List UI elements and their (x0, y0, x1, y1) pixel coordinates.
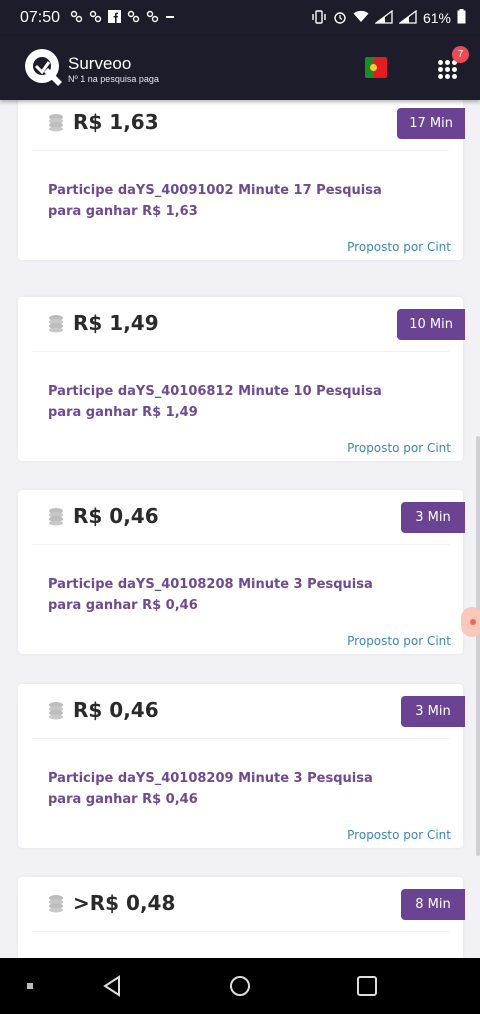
survey-provider: Proposto por Cint (347, 828, 451, 842)
coins-icon (48, 700, 68, 720)
duration-badge: 3 Min (401, 502, 465, 533)
card-divider (32, 150, 449, 151)
app-header: Surveoo Nº 1 na pesquisa paga 7 (0, 36, 480, 100)
signal-icon (398, 9, 417, 27)
duration-badge: 8 Min (401, 889, 465, 920)
survey-card[interactable]: R$ 0,46 3 Min Participe daYS_40108208 Mi… (18, 490, 465, 654)
survey-amount: R$ 1,63 (73, 110, 159, 134)
card-divider (32, 544, 449, 545)
notification-icon (127, 10, 140, 26)
survey-card[interactable]: R$ 1,63 17 Min Participe daYS_40091002 M… (18, 100, 465, 260)
portugal-flag-icon[interactable] (365, 57, 387, 78)
surveoo-logo-icon[interactable] (22, 46, 64, 88)
notification-icon (70, 10, 83, 26)
survey-list: R$ 1,63 17 Min Participe daYS_40091002 M… (0, 100, 480, 958)
home-icon[interactable] (226, 972, 254, 1000)
survey-provider: Proposto por Cint (347, 634, 451, 648)
app-tagline: Nº 1 na pesquisa paga (68, 74, 159, 84)
signal-icon (374, 9, 393, 27)
survey-provider: Proposto por Cint (347, 240, 451, 254)
survey-card[interactable]: R$ 1,49 10 Min Participe daYS_40106812 M… (18, 297, 465, 461)
apps-menu-icon[interactable] (438, 60, 458, 80)
battery-level: 61% (422, 10, 451, 26)
card-divider (32, 931, 449, 932)
survey-description[interactable]: Participe daYS_40108208 Minute 3 Pesquis… (48, 574, 408, 616)
survey-amount: R$ 0,46 (73, 504, 159, 528)
coins-icon (48, 893, 68, 913)
facebook-icon (108, 10, 122, 26)
back-icon[interactable] (98, 972, 126, 1000)
notification-icon (146, 10, 159, 26)
vibrate-icon (311, 9, 327, 27)
scrollbar[interactable] (476, 436, 480, 856)
coins-icon (48, 506, 68, 526)
survey-provider: Proposto por Cint (347, 441, 451, 455)
survey-card[interactable]: >R$ 0,48 8 Min (18, 877, 465, 958)
card-divider (32, 351, 449, 352)
notification-badge[interactable]: 7 (452, 46, 469, 63)
battery-icon (457, 9, 466, 27)
coins-icon (48, 112, 68, 132)
survey-description[interactable]: Participe daYS_40108209 Minute 3 Pesquis… (48, 768, 408, 810)
alarm-icon (333, 10, 347, 27)
status-time: 07:50 (20, 9, 61, 26)
notification-icon (89, 10, 102, 26)
survey-description[interactable]: Participe daYS_40106812 Minute 10 Pesqui… (48, 381, 408, 423)
card-divider (32, 738, 449, 739)
survey-amount: >R$ 0,48 (73, 891, 176, 915)
duration-badge: 3 Min (401, 696, 465, 727)
minus-icon (165, 10, 175, 26)
status-right: 61% (311, 9, 466, 27)
survey-description[interactable]: Participe daYS_40091002 Minute 17 Pesqui… (48, 180, 408, 222)
duration-badge: 17 Min (397, 108, 465, 139)
duration-badge: 10 Min (397, 309, 465, 340)
survey-amount: R$ 1,49 (73, 311, 159, 335)
survey-amount: R$ 0,46 (73, 698, 159, 722)
app-name: Surveoo (68, 54, 132, 73)
floating-assist-icon[interactable] (461, 607, 480, 637)
system-nav-bar (0, 958, 480, 1014)
wifi-icon (353, 10, 369, 26)
survey-card[interactable]: R$ 0,46 3 Min Participe daYS_40108209 Mi… (18, 684, 465, 848)
recents-icon[interactable] (353, 972, 381, 1000)
status-bar: 07:50 61% (0, 0, 480, 36)
coins-icon (48, 313, 68, 333)
menu-dot-icon[interactable] (16, 972, 44, 1000)
